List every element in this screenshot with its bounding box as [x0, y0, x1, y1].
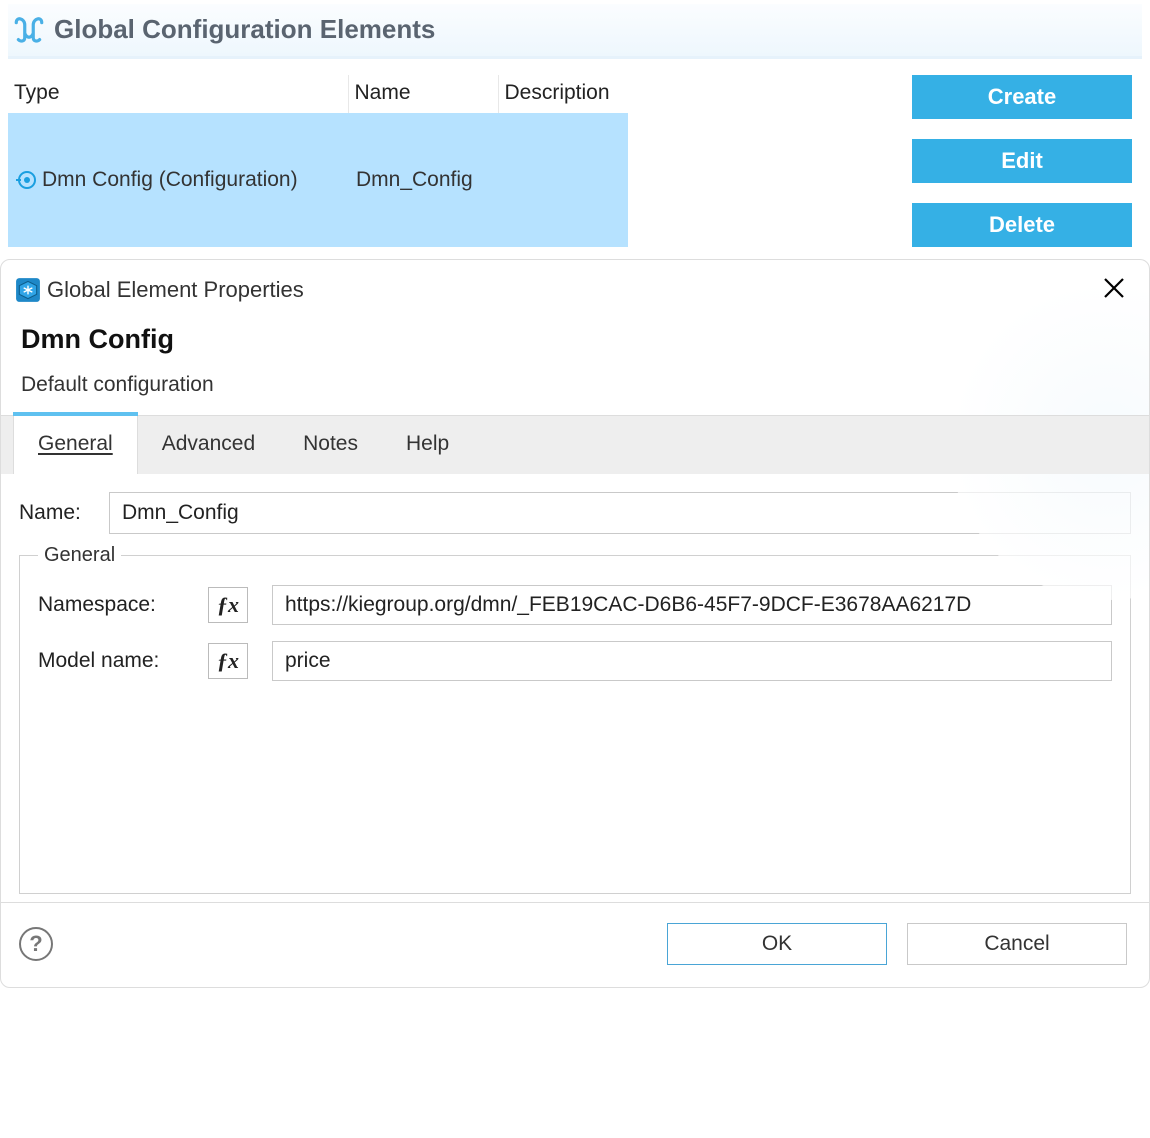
dialog-titlebar: Global Element Properties: [1, 260, 1149, 312]
col-name[interactable]: Name: [348, 75, 498, 113]
namespace-fx-button[interactable]: ƒx: [208, 587, 248, 623]
mule-icon: [12, 12, 46, 46]
tab-help[interactable]: Help: [382, 416, 473, 474]
tab-notes[interactable]: Notes: [279, 416, 382, 474]
panel-title: Global Configuration Elements: [54, 14, 435, 45]
dialog-heading: Dmn Config: [21, 324, 1129, 355]
dialog-icon: [15, 277, 41, 303]
properties-dialog: Global Element Properties Dmn Config Def…: [0, 259, 1150, 988]
tab-bar: General Advanced Notes Help: [1, 415, 1149, 474]
col-description[interactable]: Description: [498, 75, 628, 113]
name-label: Name:: [19, 501, 109, 525]
modelname-input[interactable]: [272, 641, 1112, 681]
table-row[interactable]: Dmn Config (Configuration) Dmn_Config: [8, 113, 628, 247]
action-buttons: Create Edit Delete: [912, 75, 1142, 247]
general-fieldset: General Namespace: ƒx Model name: ƒx: [19, 544, 1131, 894]
namespace-input[interactable]: [272, 585, 1112, 625]
modelname-fx-button[interactable]: ƒx: [208, 643, 248, 679]
tab-advanced[interactable]: Advanced: [138, 416, 279, 474]
modelname-row: Model name: ƒx: [38, 641, 1112, 681]
dialog-header: Dmn Config Default configuration: [1, 312, 1149, 415]
create-button[interactable]: Create: [912, 75, 1132, 119]
global-config-panel: Global Configuration Elements Type Name …: [0, 0, 1150, 251]
panel-header: Global Configuration Elements: [8, 4, 1142, 59]
dialog-subheading: Default configuration: [21, 373, 1129, 397]
fieldset-legend: General: [38, 544, 121, 567]
cell-name: Dmn_Config: [348, 113, 498, 247]
config-table[interactable]: Type Name Description Dmn Con: [8, 75, 628, 247]
help-button[interactable]: ?: [19, 927, 53, 961]
cancel-button[interactable]: Cancel: [907, 923, 1127, 965]
ok-button[interactable]: OK: [667, 923, 887, 965]
footer-buttons: OK Cancel: [667, 923, 1127, 965]
cell-type: Dmn Config (Configuration): [42, 168, 298, 192]
col-type[interactable]: Type: [8, 75, 348, 113]
namespace-row: Namespace: ƒx: [38, 585, 1112, 625]
modelname-label: Model name:: [38, 649, 208, 673]
dialog-footer: ? OK Cancel: [1, 903, 1149, 987]
edit-button[interactable]: Edit: [912, 139, 1132, 183]
delete-button[interactable]: Delete: [912, 203, 1132, 247]
close-button[interactable]: [1097, 274, 1131, 306]
tab-general[interactable]: General: [13, 416, 138, 474]
close-icon: [1103, 277, 1125, 299]
form-area: Name: General Namespace: ƒx Model name: …: [1, 474, 1149, 902]
panel-body: Type Name Description Dmn Con: [8, 59, 1142, 247]
element-icon: [16, 169, 38, 191]
cell-description: [498, 113, 628, 247]
namespace-label: Namespace:: [38, 593, 208, 617]
dialog-title: Global Element Properties: [47, 277, 304, 303]
